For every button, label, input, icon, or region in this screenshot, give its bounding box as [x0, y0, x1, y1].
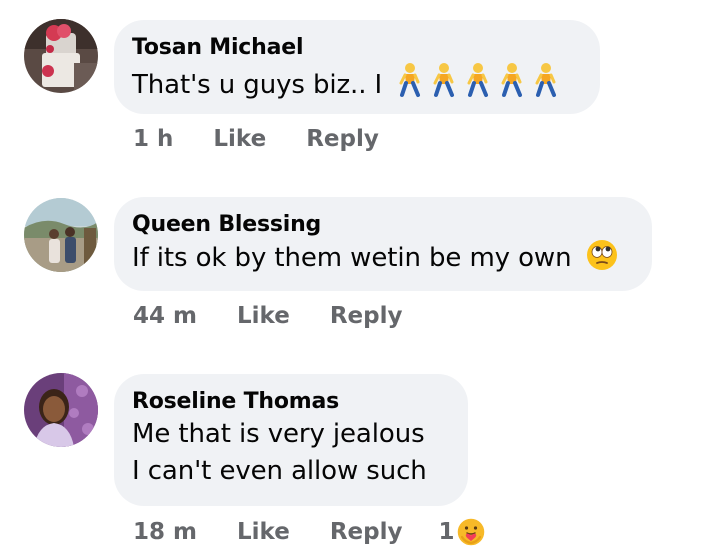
comment-author[interactable]: Tosan Michael — [132, 34, 580, 62]
comment-text: If its ok by them wetin be my own — [132, 239, 632, 282]
avatar[interactable] — [24, 373, 98, 447]
reaction-count[interactable]: 1 — [438, 519, 454, 545]
reply-button[interactable]: Reply — [306, 126, 379, 152]
avatar[interactable] — [24, 198, 98, 272]
reply-button[interactable]: Reply — [330, 303, 403, 329]
comment-timestamp[interactable]: 1 h — [133, 126, 173, 152]
comment-actions: 1 h Like Reply — [133, 126, 415, 152]
comment-text: That's u guys biz.. I — [132, 61, 580, 109]
reply-button[interactable]: Reply — [330, 519, 403, 545]
like-button[interactable]: Like — [213, 126, 266, 152]
comment-bubble: Queen Blessing If its ok by them wetin b… — [114, 197, 652, 291]
comment-timestamp[interactable]: 44 m — [133, 303, 197, 329]
comment-bubble: Roseline Thomas Me that is very jealous … — [114, 374, 468, 506]
comment-bubble: Tosan Michael That's u guys biz.. I — [114, 20, 600, 114]
comment-author[interactable]: Roseline Thomas — [132, 388, 448, 416]
comment-text-line: Me that is very jealous — [132, 419, 425, 449]
comment-text: Me that is very jealous I can't even all… — [132, 416, 448, 490]
comment-actions: 44 m Like Reply — [133, 303, 438, 329]
care-reaction-icon[interactable] — [456, 517, 487, 547]
comment-text-line: I can't even allow such — [132, 456, 427, 486]
comment-timestamp[interactable]: 18 m — [133, 519, 197, 545]
avatar[interactable] — [24, 19, 98, 93]
face-with-rolling-eyes-icon — [586, 239, 618, 282]
comment-text-line: That's u guys biz.. I — [132, 70, 383, 100]
comment-actions: 18 m Like Reply 1 — [133, 517, 487, 547]
comment-text-line: If its ok by them wetin be my own — [132, 243, 572, 273]
comment-author[interactable]: Queen Blessing — [132, 211, 632, 239]
like-button[interactable]: Like — [237, 519, 290, 545]
like-button[interactable]: Like — [237, 303, 290, 329]
person-walking-icon — [396, 61, 568, 109]
